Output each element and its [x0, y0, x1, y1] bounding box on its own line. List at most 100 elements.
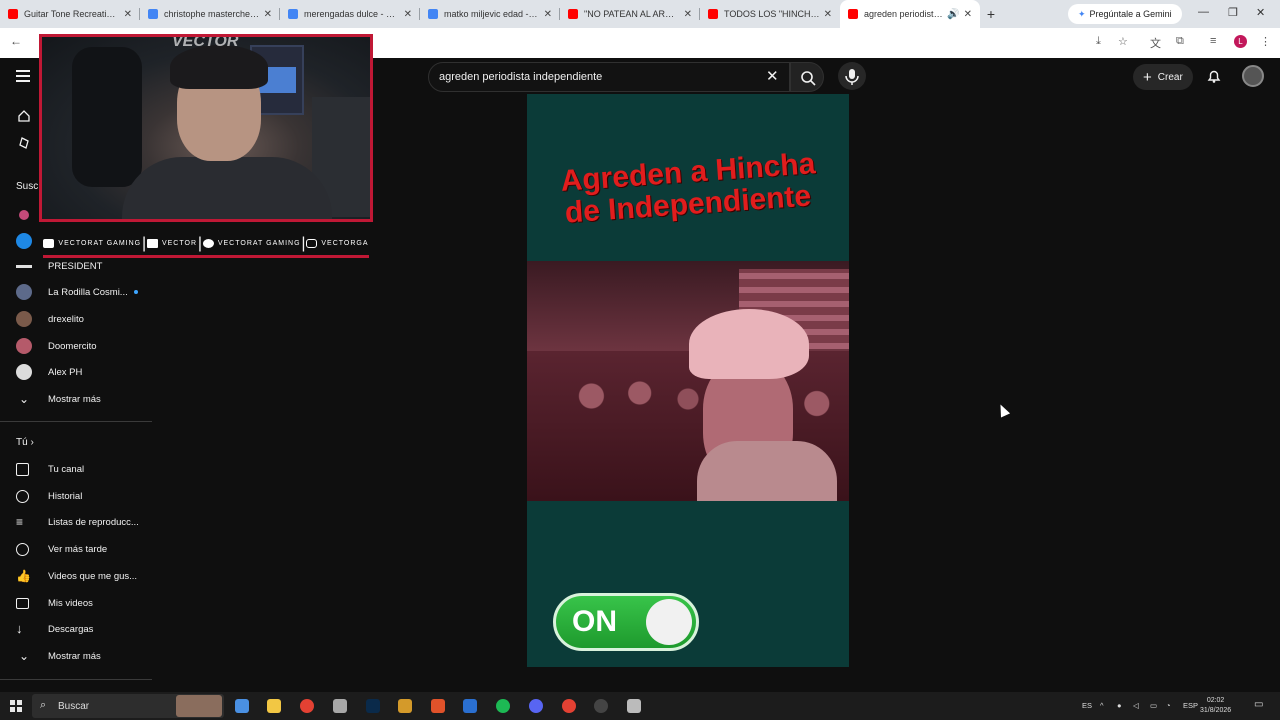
sidebar-channel[interactable]: La Rodilla Cosmi...: [0, 280, 152, 304]
sidebar-item-label: Historial: [48, 490, 83, 502]
sidebar-divider: [0, 679, 152, 680]
clear-search-icon[interactable]: ✕: [766, 67, 779, 85]
restore-button[interactable]: ❐: [1228, 6, 1238, 19]
profile-avatar[interactable]: L: [1234, 35, 1247, 48]
spotify-icon[interactable]: [496, 699, 510, 713]
channel-name: La Rodilla Cosmi...: [48, 287, 138, 298]
photoshop-icon[interactable]: [366, 699, 380, 713]
microphone-icon: [845, 69, 859, 85]
close-tab-icon[interactable]: ✕: [544, 9, 552, 20]
show-more-you[interactable]: ⌄ Mostrar más: [0, 644, 152, 668]
back-arrow-icon[interactable]: ←: [10, 34, 22, 48]
sidebar-item-liked-videos[interactable]: 👍 Videos que me gus...: [0, 564, 152, 588]
close-tab-icon[interactable]: ✕: [264, 9, 272, 20]
network-icon[interactable]: ▭: [1150, 701, 1157, 710]
mouse-cursor-icon: [995, 402, 1011, 418]
sidebar-item-watch-later[interactable]: Ver más tarde: [0, 537, 152, 561]
browser-tab[interactable]: Guitar Tone Recreation | A ✕: [0, 0, 140, 28]
taskbar-clock[interactable]: 02:02 31/8/2026: [1200, 696, 1231, 716]
browser-tab-active[interactable]: agreden periodista in 🔊 ✕: [840, 0, 980, 28]
close-window-button[interactable]: ✕: [1256, 6, 1265, 19]
channel-name: Alex PH: [48, 366, 83, 378]
audio-icon[interactable]: 🔊: [947, 9, 959, 20]
chrome-active-icon[interactable]: [562, 699, 576, 713]
sidebar-item-downloads[interactable]: ↓ Descargas: [0, 617, 152, 641]
media-control-icon[interactable]: ≡: [1210, 35, 1222, 47]
discord-icon[interactable]: [529, 699, 543, 713]
gaming-chair: [72, 47, 142, 187]
close-tab-icon[interactable]: ✕: [684, 9, 692, 20]
steam-icon[interactable]: [463, 699, 477, 713]
browser-tab[interactable]: merengadas dulce - Busc ✕: [280, 0, 420, 28]
new-tab-button[interactable]: +: [980, 6, 1002, 22]
browser-tab[interactable]: TODOS LOS "HINCHAS KI ✕: [700, 0, 840, 28]
channel-avatar: [16, 233, 32, 249]
obs-icon[interactable]: [594, 699, 608, 713]
chevron-up-icon[interactable]: ^: [1100, 701, 1104, 710]
app-icon[interactable]: [398, 699, 412, 713]
search-input[interactable]: agreden periodista independiente: [428, 62, 790, 92]
you-heading[interactable]: Tú ›: [16, 437, 34, 448]
channel-avatar: [16, 364, 32, 380]
wifi-icon[interactable]: ◔: [1166, 701, 1171, 710]
extensions-icon[interactable]: ⧉: [1176, 35, 1188, 47]
close-tab-icon[interactable]: ✕: [964, 9, 972, 20]
translate-icon[interactable]: 文: [1150, 35, 1162, 50]
account-avatar[interactable]: [1242, 65, 1264, 87]
chevron-down-icon: ⌄: [18, 649, 30, 663]
clock-icon: [16, 542, 29, 556]
create-button[interactable]: + Crear: [1133, 64, 1193, 90]
file-explorer-icon[interactable]: [267, 699, 281, 713]
subscriptions-heading[interactable]: Susc: [16, 181, 38, 192]
browser-tab[interactable]: christophe masterchef - B ✕: [140, 0, 280, 28]
sidebar-channel[interactable]: Alex PH: [0, 360, 152, 384]
gemini-button[interactable]: ✦ Pregúntale a Gemini: [1068, 4, 1182, 24]
twitch-icon: [146, 239, 158, 248]
streamer-body: [122, 157, 332, 219]
install-app-icon[interactable]: ⤓: [1096, 35, 1108, 47]
sidebar-item-playlists[interactable]: ≡ Listas de reproducc...: [0, 510, 152, 534]
close-tab-icon[interactable]: ✕: [404, 9, 412, 20]
bookmark-star-icon[interactable]: ☆: [1118, 35, 1130, 48]
hamburger-menu-icon[interactable]: [16, 70, 30, 82]
shorts-icon[interactable]: [17, 136, 31, 150]
copilot-icon[interactable]: [235, 699, 249, 713]
short-video-player[interactable]: Agreden a Hincha de Independiente ON: [527, 94, 849, 667]
gemini-icon: ✦: [1078, 8, 1086, 19]
microphone-icon[interactable]: ●: [1117, 701, 1122, 710]
notifications-button[interactable]: [1206, 68, 1222, 89]
search-button[interactable]: [790, 62, 824, 92]
show-more-subscriptions[interactable]: ⌄ Mostrar más: [0, 387, 152, 411]
chrome-icon[interactable]: [300, 699, 314, 713]
social-handle: VECTORGA: [321, 240, 369, 247]
app-icon[interactable]: [627, 699, 641, 713]
more-menu-icon[interactable]: ⋮: [1260, 35, 1272, 48]
app-icon[interactable]: [333, 699, 347, 713]
brave-icon[interactable]: [431, 699, 445, 713]
home-icon[interactable]: [17, 109, 31, 123]
language-indicator[interactable]: ES: [1082, 701, 1092, 710]
minimize-button[interactable]: —: [1198, 6, 1209, 18]
voice-search-button[interactable]: [838, 62, 866, 90]
browser-tab[interactable]: matko miljevic edad - Bus ✕: [420, 0, 560, 28]
youtube-favicon-icon: [848, 9, 858, 19]
sidebar-item-my-videos[interactable]: Mis videos: [0, 591, 152, 615]
search-highlight-image[interactable]: [176, 695, 222, 717]
sidebar-channel[interactable]: Doomercito: [0, 334, 152, 358]
volume-icon[interactable]: ◁: [1133, 701, 1139, 710]
keyboard-layout[interactable]: ESP: [1183, 701, 1198, 710]
close-tab-icon[interactable]: ✕: [824, 9, 832, 20]
close-tab-icon[interactable]: ✕: [124, 9, 132, 20]
tab-title: christophe masterchef - B: [164, 9, 260, 19]
sidebar-item-your-channel[interactable]: Tu canal: [0, 457, 152, 481]
on-toggle-graphic: ON: [553, 593, 699, 651]
tab-title: agreden periodista in: [864, 9, 944, 19]
sidebar-channel[interactable]: drexelito: [0, 307, 152, 331]
notification-center-icon[interactable]: ▭: [1254, 699, 1263, 710]
browser-tab[interactable]: "NO PATEAN AL ARCO" 🔥 ✕: [560, 0, 700, 28]
sidebar-item-history[interactable]: Historial: [0, 484, 152, 508]
sidebar-item-label: Ver más tarde: [48, 543, 108, 555]
plus-icon: +: [1143, 68, 1152, 86]
channel-name: drexelito: [48, 313, 84, 325]
windows-start-icon[interactable]: [10, 700, 22, 712]
